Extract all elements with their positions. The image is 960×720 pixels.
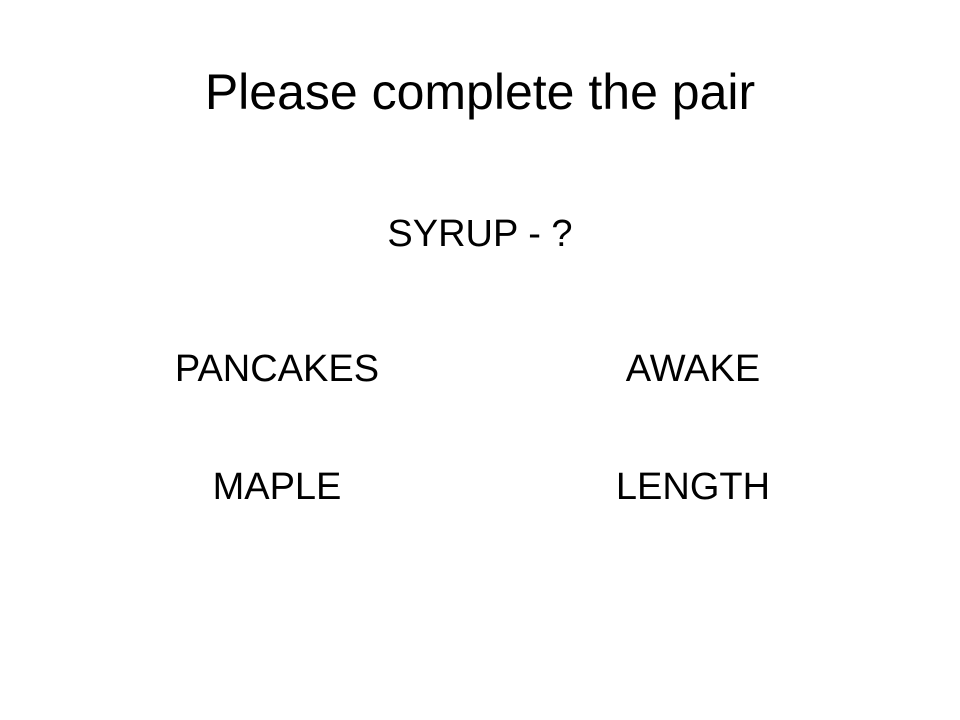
slide-title: Please complete the pair <box>204 64 756 120</box>
option-awake[interactable]: AWAKE <box>533 343 853 395</box>
pair-prompt: SYRUP - ? <box>387 213 573 255</box>
option-length[interactable]: LENGTH <box>533 461 853 513</box>
option-maple[interactable]: MAPLE <box>117 461 437 513</box>
slide: Please complete the pair SYRUP - ? PANCA… <box>0 0 960 720</box>
option-pancakes[interactable]: PANCAKES <box>117 343 437 395</box>
